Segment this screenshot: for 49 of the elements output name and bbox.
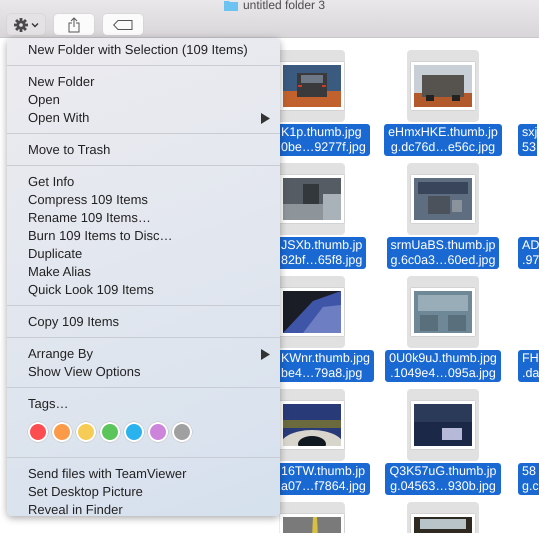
- file-name[interactable]: Q3K57uG.thumb.jp g.04563…930b.jpg: [385, 463, 500, 495]
- tag-icon: [113, 20, 133, 30]
- menu-item[interactable]: Get Info: [28, 173, 74, 191]
- chevron-icon: [30, 22, 38, 28]
- menu-item[interactable]: Tags…: [28, 395, 68, 413]
- gear-icon: [14, 18, 28, 32]
- menu-item[interactable]: New Folder with Selection (109 Items): [28, 41, 248, 59]
- action-menu-button[interactable]: [7, 14, 45, 35]
- menu-item[interactable]: Copy 109 Items: [28, 313, 120, 331]
- folder-icon: [224, 0, 238, 11]
- menu-item[interactable]: Quick Look 109 Items: [28, 281, 154, 299]
- file-name[interactable]: 16TW.thumb.jp a07…f7864.jpg: [280, 463, 370, 495]
- menu-item[interactable]: Rename 109 Items…: [28, 209, 151, 227]
- tag-color-dot[interactable]: [102, 424, 118, 440]
- share-icon: [68, 16, 80, 32]
- submenu-arrow-icon: [261, 348, 270, 360]
- menu-item[interactable]: Move to Trash: [28, 141, 110, 159]
- tag-color-dot[interactable]: [54, 424, 70, 440]
- menu-item[interactable]: Burn 109 Items to Disc…: [28, 227, 172, 245]
- file-name[interactable]: srmUaBS.thumb.jp g.6c0a3…60ed.jpg: [386, 237, 500, 269]
- submenu-arrow-icon: [261, 112, 270, 124]
- file-name[interactable]: AD .97: [518, 237, 539, 269]
- file-name[interactable]: 58 g.c: [518, 463, 539, 495]
- file-name[interactable]: FH .da: [518, 350, 539, 382]
- menu-item[interactable]: Compress 109 Items: [28, 191, 148, 209]
- submenu-item[interactable]: Arrange By: [28, 345, 270, 363]
- menu-item[interactable]: Open: [28, 91, 60, 109]
- tag-color-dot[interactable]: [126, 424, 142, 440]
- share-button[interactable]: [54, 14, 94, 35]
- file-name[interactable]: 0U0k9uJ.thumb.jpg .1049e4…095a.jpg: [385, 350, 501, 382]
- file-name[interactable]: K1p.thumb.jpg 0be…9277f.jpg: [280, 124, 370, 156]
- tag-color-dot[interactable]: [78, 424, 94, 440]
- file-name[interactable]: JSXb.thumb.jp 82bf…65f8.jpg: [280, 237, 366, 269]
- menu-item[interactable]: Set Desktop Picture: [28, 483, 143, 501]
- window-title: untitled folder 3: [242, 0, 326, 11]
- tag-color-dot[interactable]: [150, 424, 166, 440]
- tag-color-dot[interactable]: [30, 424, 46, 440]
- menu-item[interactable]: Duplicate: [28, 245, 82, 263]
- menu-item[interactable]: Send files with TeamViewer: [28, 465, 186, 483]
- file-name[interactable]: eHmxHKE.thumb.jp g.dc76d…e56c.jpg: [384, 124, 502, 156]
- menu-item[interactable]: New Folder: [28, 73, 94, 91]
- file-name[interactable]: KWnr.thumb.jpg be4…79a8.jpg: [280, 350, 374, 382]
- menu-item[interactable]: Show View Options: [28, 363, 140, 381]
- tag-color-dot[interactable]: [174, 424, 190, 440]
- file-name[interactable]: sxj 53: [518, 124, 538, 156]
- menu-item[interactable]: Reveal in Finder: [28, 501, 123, 519]
- submenu-item[interactable]: Open With: [28, 109, 270, 127]
- tag-button[interactable]: [103, 14, 143, 35]
- menu-item[interactable]: Make Alias: [28, 263, 91, 281]
